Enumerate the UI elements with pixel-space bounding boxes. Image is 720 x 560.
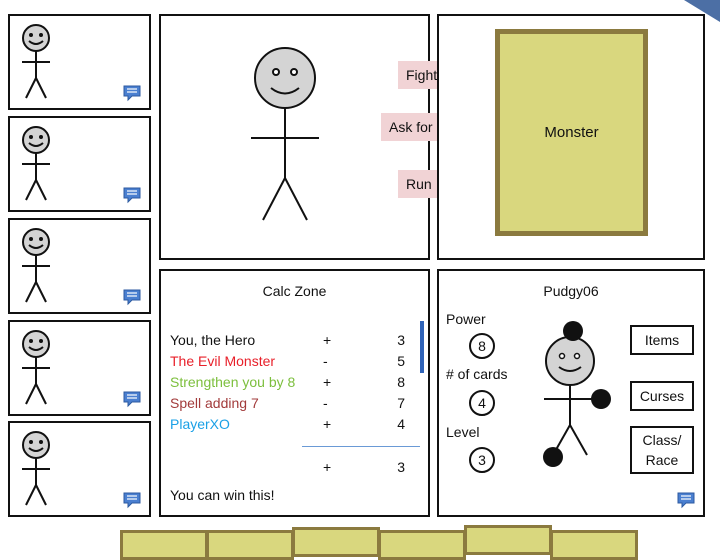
player-card[interactable] xyxy=(8,421,151,517)
calc-row-op: - xyxy=(323,395,328,411)
player-card[interactable] xyxy=(8,320,151,416)
power-label: Power xyxy=(446,311,486,327)
chat-icon[interactable] xyxy=(123,390,141,408)
calc-row-op: + xyxy=(323,332,332,348)
calc-row-name: You, the Hero xyxy=(170,332,256,348)
username: Pudgy06 xyxy=(543,283,599,299)
stick-figure-avatar xyxy=(22,126,50,201)
monster-card[interactable]: Monster xyxy=(495,29,648,236)
chat-icon[interactable] xyxy=(677,491,695,509)
chat-icon[interactable] xyxy=(123,288,141,306)
calc-row-value: 4 xyxy=(397,416,405,432)
chat-icon[interactable] xyxy=(123,491,141,509)
calc-message: You can win this! xyxy=(170,487,275,503)
calc-total-row: + 3 xyxy=(170,459,405,479)
calc-total-divider xyxy=(302,446,420,447)
player-card[interactable] xyxy=(8,218,151,314)
class-race-button[interactable]: Class/ Race xyxy=(630,426,694,474)
hand-card[interactable] xyxy=(120,530,208,560)
monster-card-label: Monster xyxy=(544,124,599,141)
calc-row-value: 8 xyxy=(397,374,405,390)
chat-icon[interactable] xyxy=(123,186,141,204)
calc-zone-title: Calc Zone xyxy=(262,283,327,299)
stick-figure-avatar xyxy=(22,330,50,405)
stick-figure-avatar xyxy=(22,431,50,506)
stick-figure-avatar xyxy=(22,24,50,99)
calc-row-op: + xyxy=(323,374,332,390)
level-value: 3 xyxy=(469,447,495,473)
calc-total-op: + xyxy=(323,459,332,475)
calc-row-value: 3 xyxy=(397,332,405,348)
calc-row-name: Strengthen you by 8 xyxy=(170,374,296,390)
hand-card[interactable] xyxy=(292,527,380,557)
cards-label: # of cards xyxy=(446,366,508,382)
hero-stick-figure xyxy=(251,47,319,221)
calc-row-value: 7 xyxy=(397,395,405,411)
calc-row-name: Spell adding 7 xyxy=(170,395,259,411)
player-card[interactable] xyxy=(8,116,151,212)
player-card[interactable] xyxy=(8,14,151,110)
cards-value: 4 xyxy=(469,390,495,416)
calc-row-name: PlayerXO xyxy=(170,416,230,432)
calc-row-op: - xyxy=(323,353,328,369)
calc-row-name: The Evil Monster xyxy=(170,353,276,369)
calc-row: Strengthen you by 8 + 8 xyxy=(170,374,405,394)
calc-scrollbar[interactable] xyxy=(420,321,424,373)
player-stats-panel: Pudgy06 Power 8 # of cards 4 Level 3 Ite… xyxy=(437,269,705,517)
monster-panel: Monster xyxy=(437,14,705,260)
player-avatar-equipped xyxy=(543,321,611,467)
hand-card[interactable] xyxy=(550,530,638,560)
stick-figure-avatar xyxy=(22,228,50,303)
chat-icon[interactable] xyxy=(123,84,141,102)
calc-row: You, the Hero + 3 xyxy=(170,332,405,352)
hand-card[interactable] xyxy=(464,525,552,555)
calc-total-value: 3 xyxy=(397,459,405,475)
calc-zone-panel: Calc Zone You, the Hero + 3 The Evil Mon… xyxy=(159,269,430,517)
corner-fold-icon xyxy=(684,0,720,22)
power-value: 8 xyxy=(469,333,495,359)
calc-row: The Evil Monster - 5 xyxy=(170,353,405,373)
curses-button[interactable]: Curses xyxy=(630,381,694,411)
calc-row: PlayerXO + 4 xyxy=(170,416,405,436)
level-label: Level xyxy=(446,424,480,440)
items-button[interactable]: Items xyxy=(630,325,694,355)
calc-row: Spell adding 7 - 7 xyxy=(170,395,405,415)
calc-row-op: + xyxy=(323,416,332,432)
hand-card[interactable] xyxy=(378,530,466,560)
calc-row-value: 5 xyxy=(397,353,405,369)
hand-card[interactable] xyxy=(206,530,294,560)
